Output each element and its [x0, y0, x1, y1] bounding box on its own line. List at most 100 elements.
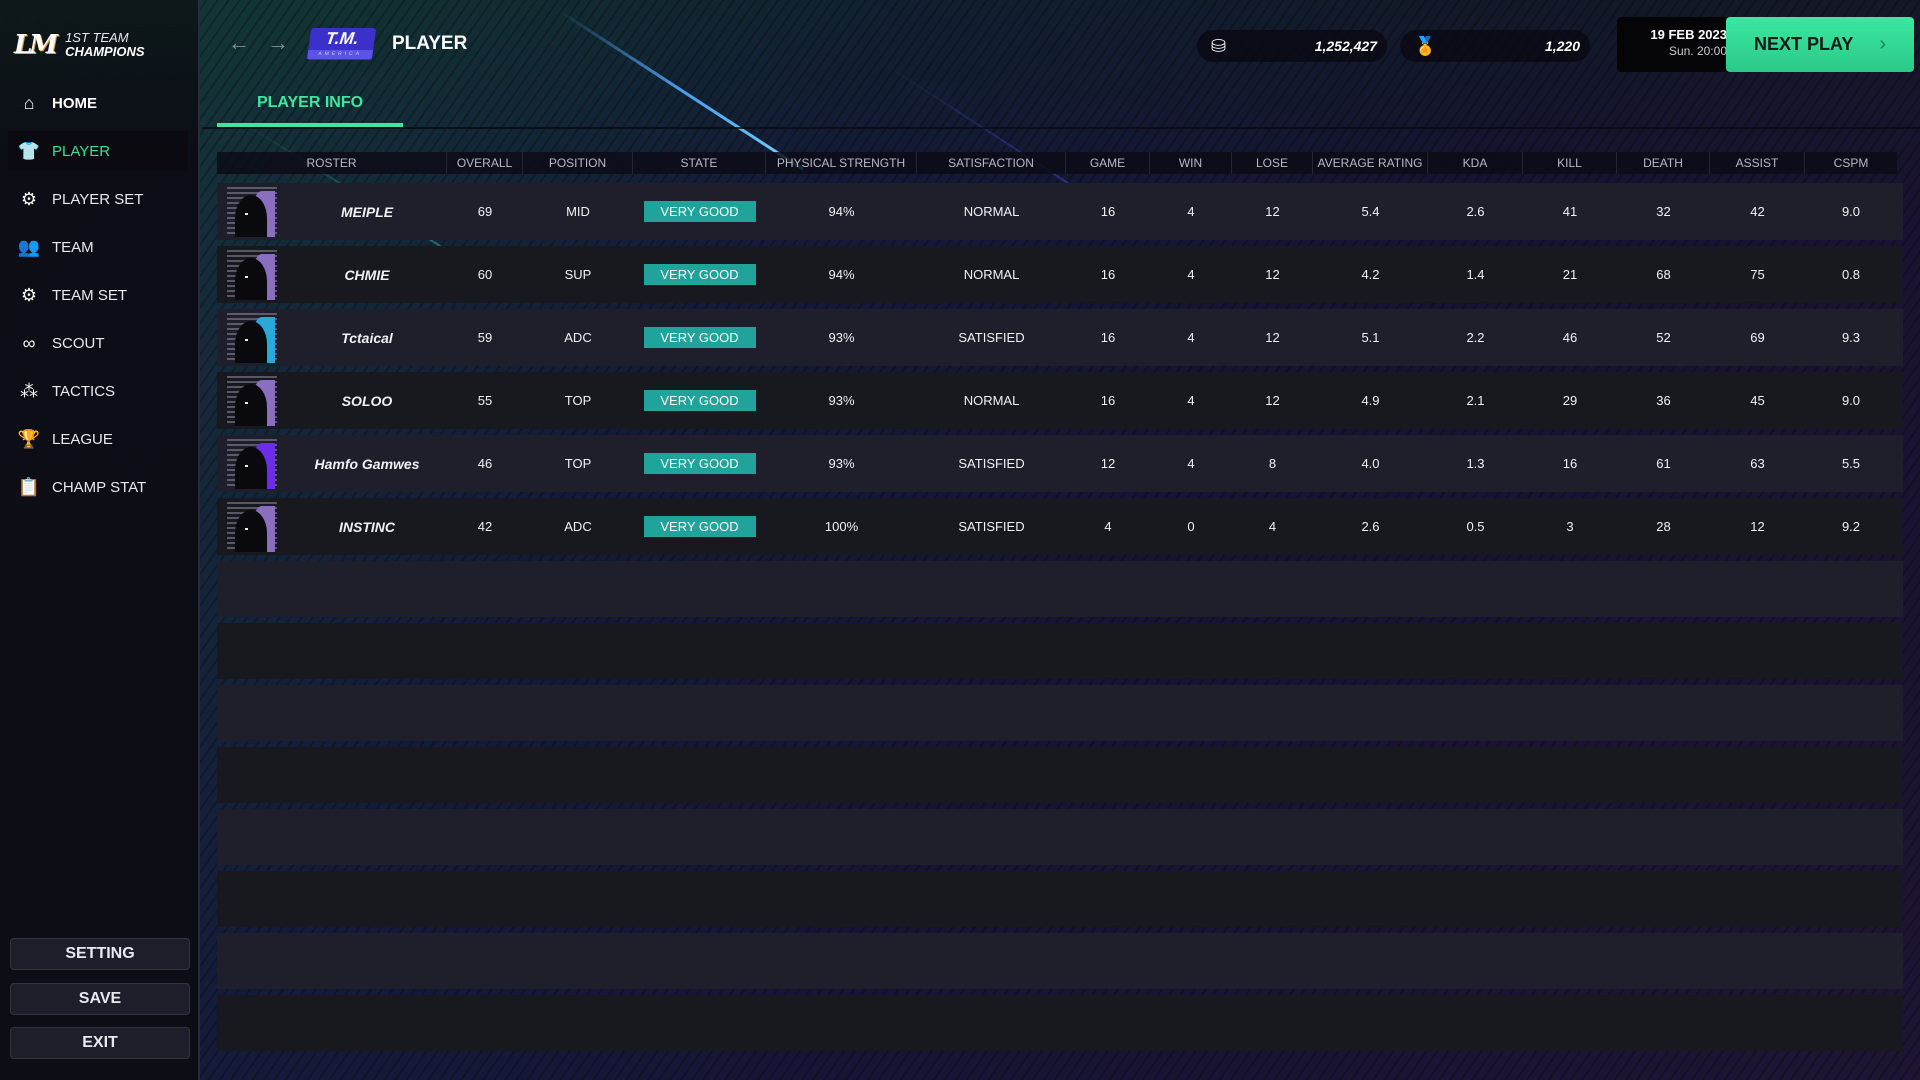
column-header-physical-strength[interactable]: PHYSICAL STRENGTH: [766, 152, 917, 174]
sidebar-item-player-set[interactable]: ⚙ PLAYER SET: [8, 179, 188, 219]
back-arrow-icon[interactable]: ←: [228, 30, 250, 56]
app-logo[interactable]: LM 1ST TEAM CHAMPIONS: [14, 30, 145, 60]
column-header-roster[interactable]: ROSTER: [217, 152, 447, 174]
cspm-value: 5.5: [1841, 456, 1861, 471]
table-row[interactable]: CHMIE 60 SUP VERY GOOD 94% NORMAL 16 4 12 4.2 1.4 2…: [217, 246, 1903, 303]
position-value: ADC: [564, 330, 592, 345]
cspm-value: 0.8: [1841, 267, 1861, 282]
column-header-state[interactable]: STATE: [633, 152, 766, 174]
table-row[interactable]: Tctaical 59 ADC VERY GOOD 93% SATISFIED 16 4 12 5…: [217, 309, 1903, 366]
satisfaction-value: SATISFIED: [958, 330, 1025, 345]
sidebar-item-label: LEAGUE: [52, 430, 113, 448]
sidebar-nav: ⌂ HOME 👕 PLAYER ⚙ PLAYER SET 👥 TEAM ⚙ TEAM SET ∞ SC…: [8, 83, 188, 515]
state-badge: VERY GOOD: [643, 201, 756, 222]
tab-divider: [202, 127, 1920, 129]
player-name: CHMIE: [344, 266, 390, 283]
sidebar-item-team-set[interactable]: ⚙ TEAM SET: [8, 275, 188, 315]
sidebar-item-league[interactable]: 🏆 LEAGUE: [8, 419, 188, 459]
player-set-icon: ⚙: [20, 188, 38, 209]
sidebar-item-team[interactable]: 👥 TEAM: [8, 227, 188, 267]
win-value: 4: [1187, 393, 1195, 408]
satisfaction-value: NORMAL: [963, 393, 1020, 408]
empty-table-row: [217, 685, 1903, 741]
game-value: 16: [1100, 393, 1116, 408]
column-header-death[interactable]: DEATH: [1617, 152, 1710, 174]
kill-value: 3: [1566, 519, 1574, 534]
sidebar-item-label: HOME: [52, 94, 97, 112]
lose-value: 12: [1265, 330, 1280, 345]
exit-button[interactable]: EXIT: [10, 1027, 190, 1059]
physical-strength-value: 93%: [828, 456, 855, 471]
save-button[interactable]: SAVE: [10, 983, 190, 1015]
empty-table-row: [217, 995, 1903, 1051]
sidebar-item-home[interactable]: ⌂ HOME: [8, 83, 188, 123]
kda-value: 1.3: [1466, 456, 1485, 471]
state-cell: VERY GOOD: [633, 498, 766, 555]
team-badge: T.M. AMERICA: [306, 28, 377, 60]
kill-value: 16: [1562, 456, 1578, 471]
game-value: 16: [1100, 330, 1116, 345]
sidebar-item-player[interactable]: 👕 PLAYER: [8, 131, 188, 171]
forward-arrow-icon[interactable]: →: [267, 30, 289, 56]
column-header-game[interactable]: GAME: [1066, 152, 1150, 174]
assist-value: 45: [1750, 393, 1765, 408]
table-row[interactable]: SOLOO 55 TOP VERY GOOD 93% NORMAL 16 4 12 4.9 2.1 2…: [217, 372, 1903, 429]
column-header-satisfaction[interactable]: SATISFACTION: [917, 152, 1066, 174]
assist-value: 12: [1750, 519, 1765, 534]
position-value: MID: [566, 204, 590, 219]
next-play-label: NEXT PLAY: [1753, 34, 1854, 54]
team-set-icon: ⚙: [20, 284, 38, 305]
lose-value: 4: [1268, 519, 1277, 534]
kda-value: 1.4: [1466, 267, 1485, 282]
avatar-silhouette: [235, 320, 267, 363]
sidebar-item-label: TEAM: [52, 238, 94, 256]
state-cell: VERY GOOD: [633, 372, 766, 429]
overall-value: 42: [477, 519, 493, 534]
logo-mark: LM: [14, 30, 58, 60]
setting-button[interactable]: SETTING: [10, 938, 190, 970]
avatar-eye: [245, 464, 248, 467]
kill-value: 46: [1562, 330, 1578, 345]
state-badge: VERY GOOD: [643, 264, 756, 285]
coins-icon: ⛁: [1211, 35, 1227, 56]
sidebar-item-tactics[interactable]: ⁂ TACTICS: [8, 371, 188, 411]
physical-strength-value: 94%: [828, 204, 855, 219]
table-body: MEIPLE 69 MID VERY GOOD 94% NORMAL 16 4 12 5.4 2.6…: [217, 183, 1903, 1051]
logo-line-1: 1ST TEAM: [65, 30, 129, 45]
avatar-cell: [217, 183, 287, 240]
next-play-button[interactable]: NEXT PLAY ›: [1726, 17, 1914, 72]
column-header-overall[interactable]: OVERALL: [447, 152, 523, 174]
home-icon: ⌂: [23, 92, 35, 113]
overall-value: 46: [477, 456, 493, 471]
column-header-kill[interactable]: KILL: [1523, 152, 1617, 174]
binoculars-icon: ∞: [22, 332, 36, 353]
sidebar-item-champ-stat[interactable]: 📋 CHAMP STAT: [8, 467, 188, 507]
column-header-lose[interactable]: LOSE: [1232, 152, 1313, 174]
column-header-assist[interactable]: ASSIST: [1710, 152, 1805, 174]
page-title: PLAYER: [392, 33, 468, 54]
death-value: 32: [1656, 204, 1671, 219]
column-header-cspm[interactable]: CSPM: [1805, 152, 1897, 174]
sidebar-item-label: PLAYER: [52, 142, 111, 160]
medal-display: 🏅 1,220: [1400, 30, 1590, 62]
table-row[interactable]: Hamfo Gamwes 46 TOP VERY GOOD 93% SATISFIED 12…: [217, 435, 1903, 492]
physical-strength-value: 93%: [828, 330, 855, 345]
kda-value: 2.6: [1466, 204, 1485, 219]
kda-value: 0.5: [1466, 519, 1485, 534]
table-row[interactable]: INSTINC 42 ADC VERY GOOD 100% SATISFIED 4 0 4 2.6…: [217, 498, 1903, 555]
column-header-win[interactable]: WIN: [1150, 152, 1232, 174]
column-header-position[interactable]: POSITION: [523, 152, 633, 174]
player-name: INSTINC: [339, 518, 395, 535]
date-text: 19 FEB 2023: [1650, 27, 1727, 42]
column-header-kda[interactable]: KDA: [1428, 152, 1523, 174]
satisfaction-value: SATISFIED: [958, 456, 1025, 471]
sidebar-item-scout[interactable]: ∞ SCOUT: [8, 323, 188, 363]
player-name: Tctaical: [341, 329, 393, 346]
physical-strength-value: 100%: [824, 519, 859, 534]
avatar-cell: [217, 309, 287, 366]
table-row[interactable]: MEIPLE 69 MID VERY GOOD 94% NORMAL 16 4 12 5.4 2.6…: [217, 183, 1903, 240]
position-value: SUP: [564, 267, 592, 282]
column-header-average-rating[interactable]: AVERAGE RATING: [1313, 152, 1428, 174]
game-value: 4: [1104, 519, 1112, 534]
position-value: TOP: [564, 456, 592, 471]
